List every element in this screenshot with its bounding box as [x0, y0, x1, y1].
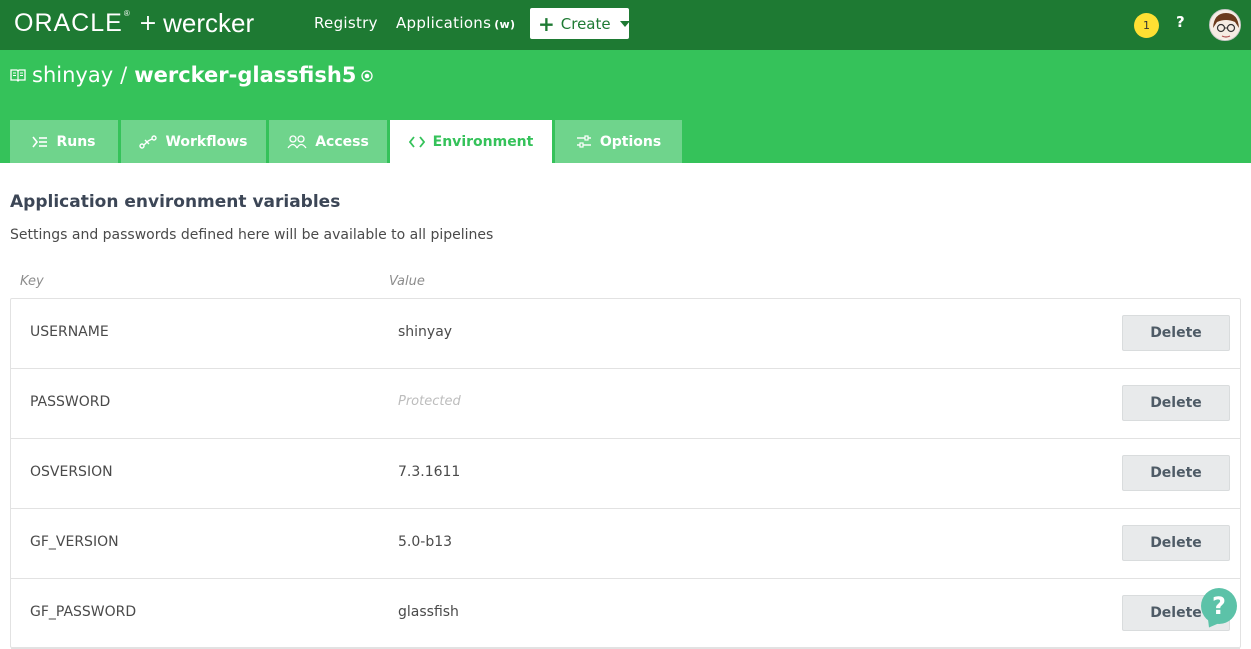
tab-environment-label: Environment: [432, 133, 534, 150]
user-avatar-icon: [1210, 10, 1240, 40]
create-label: Create: [560, 14, 611, 33]
tab-access-label: Access: [315, 133, 369, 150]
env-value: 5.0-b13: [398, 534, 453, 550]
column-header-value: Value: [389, 274, 425, 289]
nav-applications-link[interactable]: Applications (w): [396, 14, 515, 32]
table-row: PASSWORD Protected Delete: [11, 369, 1240, 439]
env-value: shinyay: [398, 324, 453, 340]
table-row: USERNAME shinyay Delete: [11, 299, 1240, 369]
env-value: 7.3.1611: [398, 464, 461, 480]
oracle-logo-text: ORACLE®: [14, 8, 131, 37]
page-description: Settings and passwords defined here will…: [10, 227, 494, 243]
tab-options-label: Options: [599, 133, 662, 150]
create-button[interactable]: + Create: [530, 8, 630, 39]
notification-badge[interactable]: 1: [1134, 13, 1159, 38]
repo-name[interactable]: wercker-glassfish5: [134, 63, 356, 87]
runs-icon: [32, 136, 48, 148]
env-key: PASSWORD: [30, 394, 111, 410]
breadcrumb-separator: /: [120, 63, 128, 87]
delete-button[interactable]: Delete: [1122, 315, 1230, 351]
env-value-protected: Protected: [398, 394, 461, 409]
app-header: shinyay / wercker-glassfish5 Runs Workfl…: [0, 50, 1251, 163]
nav-registry-link[interactable]: Registry: [314, 14, 378, 32]
tab-access[interactable]: Access: [269, 120, 387, 163]
delete-button[interactable]: Delete: [1122, 385, 1230, 421]
access-icon: [287, 134, 307, 149]
support-chat-icon[interactable]: ?: [1201, 588, 1237, 624]
brand-logo[interactable]: ORACLE® + wercker: [14, 7, 254, 39]
options-icon: [576, 134, 592, 149]
owner-link[interactable]: shinyay: [32, 63, 113, 87]
table-row: GF_VERSION 5.0-b13 Delete: [11, 509, 1240, 579]
env-key: GF_PASSWORD: [30, 604, 137, 620]
wercker-logo-text: wercker: [163, 7, 255, 38]
tab-runs-label: Runs: [56, 133, 96, 150]
workflows-icon: [139, 134, 158, 149]
column-header-key: Key: [20, 274, 44, 289]
tab-runs[interactable]: Runs: [10, 120, 118, 163]
avatar[interactable]: [1209, 9, 1241, 41]
table-row: GF_PASSWORD glassfish Delete: [11, 579, 1240, 649]
book-icon: [10, 63, 26, 87]
help-icon[interactable]: ?: [1176, 13, 1185, 31]
public-icon: [361, 63, 374, 87]
delete-button[interactable]: Delete: [1122, 455, 1230, 491]
tab-workflows[interactable]: Workflows: [121, 120, 266, 163]
plus-icon: +: [538, 11, 555, 36]
env-key: OSVERSION: [30, 464, 113, 480]
env-key: GF_VERSION: [30, 534, 119, 550]
env-key: USERNAME: [30, 324, 109, 340]
code-brackets-icon: [408, 135, 425, 148]
tab-workflows-label: Workflows: [165, 133, 248, 150]
tab-environment[interactable]: Environment: [390, 120, 552, 163]
nav-applications-shortcut: (w): [494, 18, 516, 31]
nav-applications-label: Applications: [396, 14, 492, 32]
page-title: Application environment variables: [10, 192, 341, 212]
delete-button[interactable]: Delete: [1122, 525, 1230, 561]
tab-options[interactable]: Options: [555, 120, 682, 163]
caret-down-icon: [619, 20, 630, 27]
repo-breadcrumb: shinyay / wercker-glassfish5: [10, 63, 374, 87]
table-row: OSVERSION 7.3.1611 Delete: [11, 439, 1240, 509]
top-navbar: ORACLE® + wercker Registry Applications(…: [0, 0, 1251, 50]
env-value: glassfish: [398, 604, 459, 620]
brand-plus: +: [138, 10, 158, 36]
env-variables-table: USERNAME shinyay Delete PASSWORD Protect…: [10, 298, 1241, 649]
